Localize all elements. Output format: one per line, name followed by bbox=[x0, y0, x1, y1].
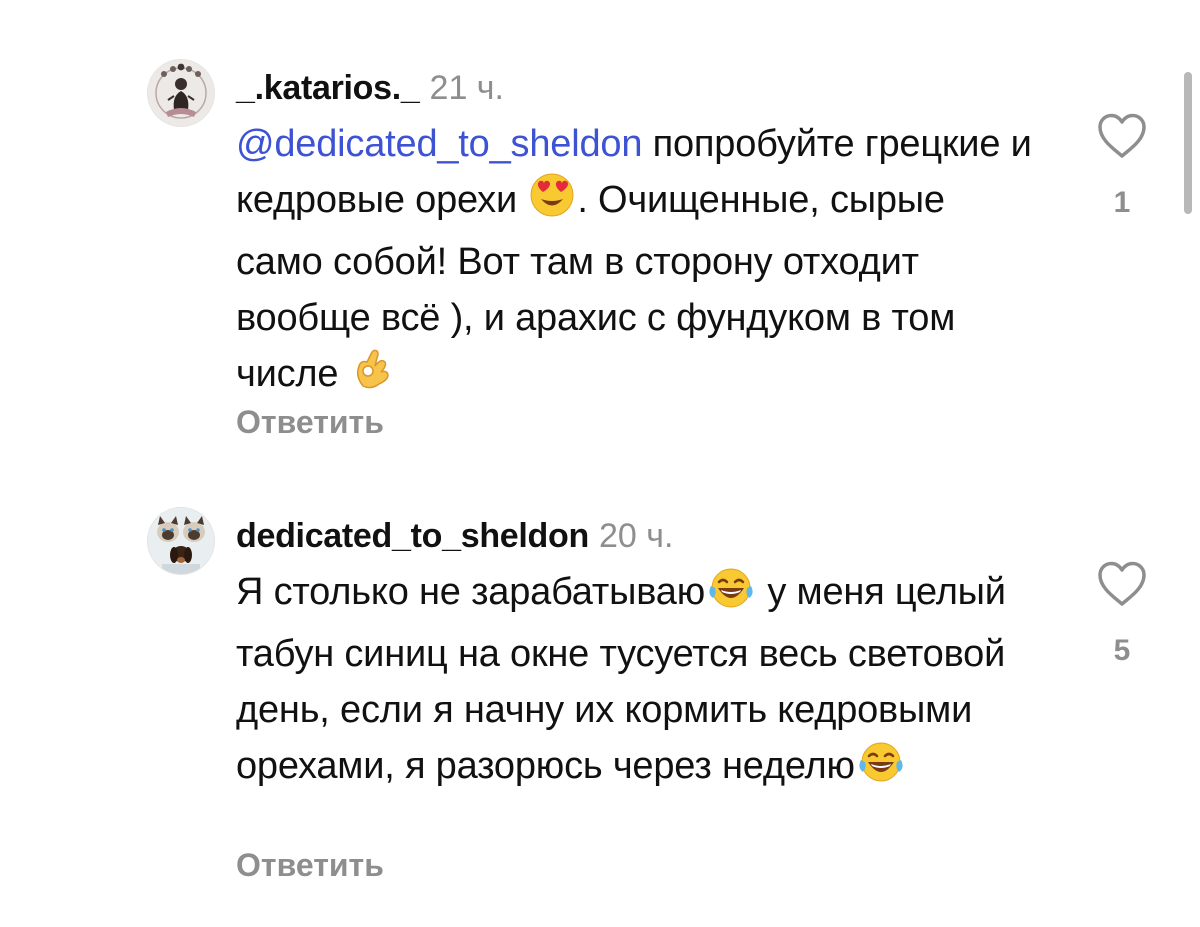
like-count: 1 bbox=[1113, 186, 1131, 219]
heart-eyes-emoji-icon bbox=[529, 172, 575, 234]
avatar[interactable] bbox=[148, 508, 214, 574]
comment-header: dedicated_to_sheldon 20 ч. bbox=[236, 514, 673, 565]
comment-timestamp: 20 ч. bbox=[598, 517, 674, 555]
reply-button[interactable]: Ответить bbox=[236, 845, 384, 885]
comment-username[interactable]: dedicated_to_sheldon bbox=[236, 517, 589, 555]
heart-outline-icon bbox=[1098, 113, 1146, 158]
like-button[interactable] bbox=[1096, 112, 1148, 160]
comment-username[interactable]: _.katarios._ bbox=[236, 69, 420, 107]
mention-link[interactable]: @dedicated_to_sheldon bbox=[236, 123, 642, 165]
avatar[interactable] bbox=[148, 60, 214, 126]
comment-text: Я столько не зарабатываю у меня целый та… bbox=[236, 564, 1036, 800]
scrollbar[interactable] bbox=[1184, 72, 1192, 214]
comment-text: @dedicated_to_sheldon попробуйте грецкие… bbox=[236, 116, 1036, 408]
like-count: 5 bbox=[1113, 634, 1131, 667]
heart-outline-icon bbox=[1098, 561, 1146, 606]
like-button[interactable] bbox=[1096, 560, 1148, 608]
laughing-tears-emoji-icon bbox=[857, 740, 905, 800]
ok-hand-emoji-icon bbox=[351, 346, 395, 408]
laughing-tears-emoji-icon bbox=[707, 566, 755, 626]
comment-text-part: Я столько не зарабатываю bbox=[236, 571, 705, 613]
reply-button[interactable]: Ответить bbox=[236, 402, 384, 442]
comment-header: _.katarios._ 21 ч. bbox=[236, 66, 504, 117]
comment-timestamp: 21 ч. bbox=[429, 69, 504, 107]
